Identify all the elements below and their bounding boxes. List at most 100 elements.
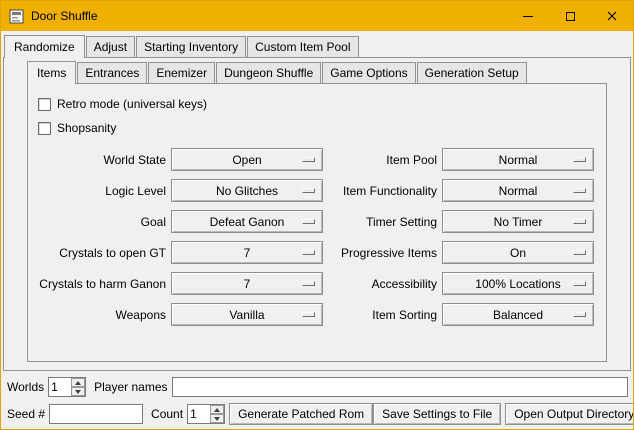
- tab-dungeon-shuffle[interactable]: Dungeon Shuffle: [216, 62, 321, 83]
- worlds-stepper[interactable]: [48, 377, 86, 397]
- worlds-row: Worlds Player names: [7, 376, 628, 398]
- tab-adjust[interactable]: Adjust: [86, 36, 135, 57]
- title-bar[interactable]: Door Shuffle: [1, 1, 633, 31]
- field-label-item-functionality: Item Functionality: [328, 184, 437, 198]
- generate-patched-rom-button[interactable]: Generate Patched Rom: [229, 403, 373, 425]
- settings-grid: World State Open Item Pool Normal Logic …: [38, 148, 594, 326]
- field-label-accessibility: Accessibility: [328, 277, 437, 291]
- player-names-label: Player names: [94, 380, 167, 394]
- minimize-icon: [523, 16, 533, 17]
- dropdown-goal[interactable]: Defeat Ganon: [171, 210, 323, 233]
- field-label-item-pool: Item Pool: [328, 153, 437, 167]
- checkbox-retro-mode[interactable]: Retro mode (universal keys): [38, 92, 594, 116]
- items-pane: Retro mode (universal keys) Shopsanity W…: [27, 83, 607, 362]
- tab-generation-setup[interactable]: Generation Setup: [417, 62, 527, 83]
- optionmenu-indicator-icon: [302, 219, 315, 224]
- bottom-controls: Worlds Player names Seed # Count: [1, 371, 633, 429]
- dropdown-value: 100% Locations: [475, 277, 560, 291]
- window-title: Door Shuffle: [31, 9, 98, 23]
- dropdown-value: Normal: [499, 153, 538, 167]
- door-shuffle-window: Door Shuffle Randomize Adjust Starting I…: [0, 0, 634, 430]
- field-label-goal: Goal: [38, 215, 166, 229]
- minimize-button[interactable]: [507, 1, 549, 31]
- dropdown-weapons[interactable]: Vanilla: [171, 303, 323, 326]
- dropdown-logic-level[interactable]: No Glitches: [171, 179, 323, 202]
- dropdown-item-sorting[interactable]: Balanced: [442, 303, 594, 326]
- optionmenu-indicator-icon: [573, 219, 586, 224]
- dropdown-value: No Glitches: [216, 184, 278, 198]
- optionmenu-indicator-icon: [573, 312, 586, 317]
- checkbox-icon[interactable]: [38, 122, 51, 135]
- dropdown-crystals-open-gt[interactable]: 7: [171, 241, 323, 264]
- dropdown-value: Normal: [499, 184, 538, 198]
- dropdown-item-pool[interactable]: Normal: [442, 148, 594, 171]
- save-settings-button[interactable]: Save Settings to File: [373, 403, 501, 425]
- dropdown-timer-setting[interactable]: No Timer: [442, 210, 594, 233]
- seed-row: Seed # Count Generate Patched Rom Save S…: [7, 403, 628, 425]
- seed-input[interactable]: [49, 404, 143, 424]
- dropdown-item-functionality[interactable]: Normal: [442, 179, 594, 202]
- field-label-world-state: World State: [38, 153, 166, 167]
- dropdown-world-state[interactable]: Open: [171, 148, 323, 171]
- checkbox-label: Shopsanity: [57, 121, 116, 135]
- field-label-item-sorting: Item Sorting: [328, 308, 437, 322]
- worlds-input[interactable]: [49, 378, 71, 396]
- player-names-input[interactable]: [172, 377, 629, 397]
- randomize-pane: Items Entrances Enemizer Dungeon Shuffle…: [3, 57, 631, 371]
- open-output-directory-button[interactable]: Open Output Directory: [505, 403, 634, 425]
- tab-custom-item-pool[interactable]: Custom Item Pool: [247, 36, 358, 57]
- spinner-up-button[interactable]: [71, 378, 85, 387]
- checkbox-icon[interactable]: [38, 98, 51, 111]
- field-label-timer-setting: Timer Setting: [328, 215, 437, 229]
- checkbox-shopsanity[interactable]: Shopsanity: [38, 116, 594, 140]
- optionmenu-indicator-icon: [302, 250, 315, 255]
- close-button[interactable]: [591, 1, 633, 31]
- tab-enemizer[interactable]: Enemizer: [148, 62, 215, 83]
- dropdown-value: 7: [244, 277, 251, 291]
- tab-randomize[interactable]: Randomize: [4, 35, 85, 58]
- maximize-button[interactable]: [549, 1, 591, 31]
- field-label-weapons: Weapons: [38, 308, 166, 322]
- field-label-logic-level: Logic Level: [38, 184, 166, 198]
- tab-starting-inventory[interactable]: Starting Inventory: [136, 36, 246, 57]
- checkbox-label: Retro mode (universal keys): [57, 97, 207, 111]
- dropdown-accessibility[interactable]: 100% Locations: [442, 272, 594, 295]
- optionmenu-indicator-icon: [573, 157, 586, 162]
- dropdown-value: On: [510, 246, 526, 260]
- close-icon: [607, 11, 617, 21]
- field-label-crystals-harm-ganon: Crystals to harm Ganon: [38, 277, 166, 291]
- maximize-icon: [566, 12, 575, 21]
- optionmenu-indicator-icon: [302, 281, 315, 286]
- spinner-up-icon: [214, 408, 220, 412]
- optionmenu-indicator-icon: [302, 188, 315, 193]
- count-input[interactable]: [188, 405, 210, 423]
- optionmenu-indicator-icon: [302, 157, 315, 162]
- outer-tab-bar: Randomize Adjust Starting Inventory Cust…: [1, 31, 633, 57]
- spinner-down-button[interactable]: [71, 387, 85, 396]
- spinner-down-button[interactable]: [210, 414, 224, 423]
- dropdown-value: Open: [232, 153, 261, 167]
- optionmenu-indicator-icon: [302, 312, 315, 317]
- app-icon: [9, 9, 24, 24]
- optionmenu-indicator-icon: [573, 188, 586, 193]
- dropdown-crystals-harm-ganon[interactable]: 7: [171, 272, 323, 295]
- dropdown-value: No Timer: [494, 215, 543, 229]
- dropdown-value: Vanilla: [229, 308, 264, 322]
- tab-items[interactable]: Items: [27, 61, 76, 84]
- field-label-crystals-open-gt: Crystals to open GT: [38, 246, 166, 260]
- count-label: Count: [151, 407, 183, 421]
- seed-label: Seed #: [7, 407, 45, 421]
- count-stepper[interactable]: [187, 404, 225, 424]
- spinner-down-icon: [75, 390, 81, 394]
- tab-game-options[interactable]: Game Options: [322, 62, 415, 83]
- spinner-up-icon: [75, 381, 81, 385]
- dropdown-progressive-items[interactable]: On: [442, 241, 594, 264]
- spinner-down-icon: [214, 417, 220, 421]
- worlds-label: Worlds: [7, 380, 44, 394]
- spinner-up-button[interactable]: [210, 405, 224, 414]
- tab-entrances[interactable]: Entrances: [77, 62, 147, 83]
- dropdown-value: Defeat Ganon: [210, 215, 285, 229]
- dropdown-value: 7: [244, 246, 251, 260]
- dropdown-value: Balanced: [493, 308, 543, 322]
- optionmenu-indicator-icon: [573, 281, 586, 286]
